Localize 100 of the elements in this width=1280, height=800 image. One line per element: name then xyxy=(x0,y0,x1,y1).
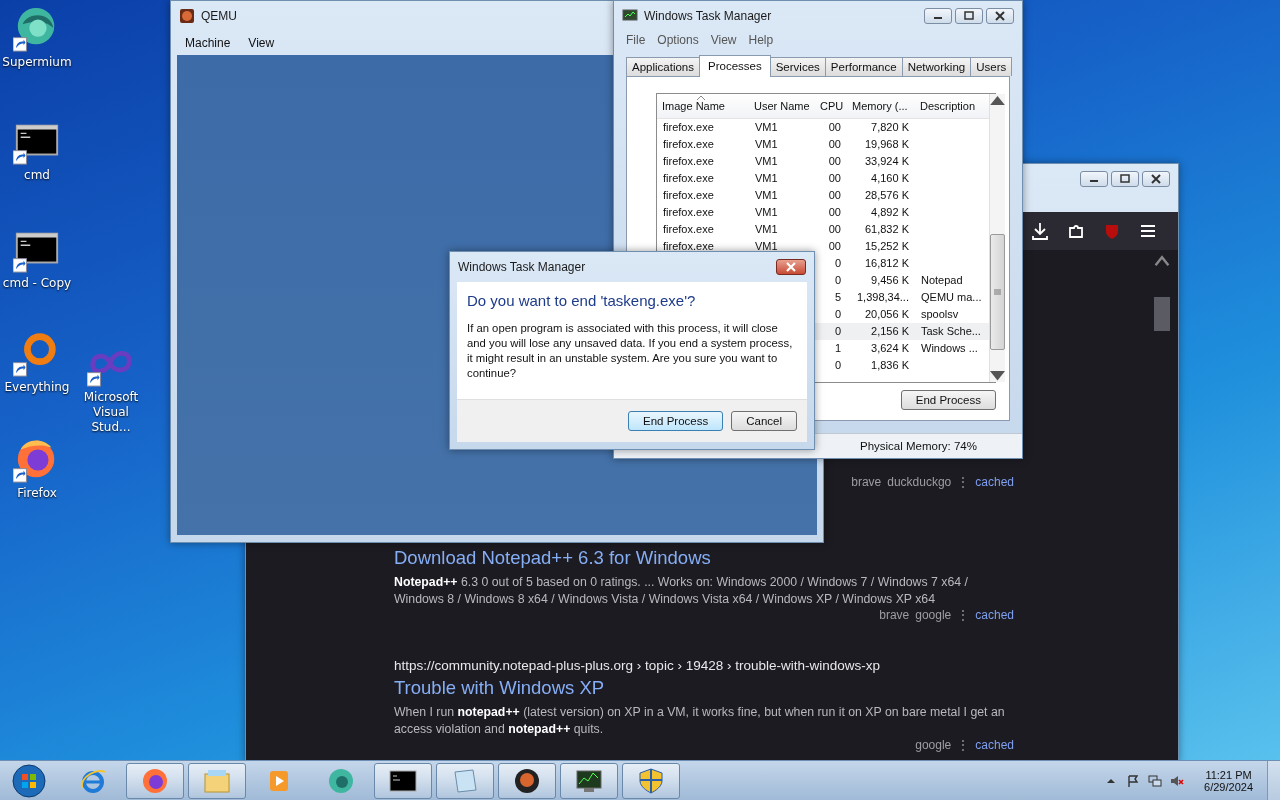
cached-link[interactable]: cached xyxy=(975,608,1014,622)
start-button[interactable] xyxy=(12,764,46,798)
menu-item[interactable]: View xyxy=(704,31,743,49)
tab[interactable]: Users xyxy=(970,57,1013,76)
table-cell-text: 7,820 K xyxy=(870,120,910,135)
icon-label[interactable]: cmd - Copy xyxy=(2,276,72,291)
table-cell-text: 00 xyxy=(827,137,842,152)
maximize-icon xyxy=(1119,174,1131,184)
app-icon xyxy=(179,8,195,24)
icon-label[interactable]: Firefox xyxy=(17,486,57,501)
dialog-title: Windows Task Manager xyxy=(458,260,586,274)
close-button[interactable] xyxy=(986,8,1014,24)
dialog-heading: Do you want to end 'taskeng.exe'? xyxy=(466,291,697,309)
table-cell-text: VM1 xyxy=(754,154,779,169)
flag-icon[interactable] xyxy=(1126,774,1141,788)
scrollbar-thumb[interactable] xyxy=(1154,296,1170,331)
table-cell-text: firefox.exe xyxy=(662,222,715,237)
icon-label[interactable]: cmd xyxy=(24,168,50,183)
maximize-button[interactable] xyxy=(955,8,983,24)
source-label: google xyxy=(915,738,952,752)
table-cell-text: spoolsv xyxy=(920,307,960,322)
download-icon[interactable] xyxy=(1030,221,1050,241)
icon-label[interactable]: Microsoft Visual Stud... xyxy=(74,390,148,435)
tab[interactable]: Performance xyxy=(824,57,903,76)
menu-item[interactable]: File xyxy=(620,31,652,49)
table-cell-text: 00 xyxy=(827,171,842,186)
taskbar-button[interactable] xyxy=(498,763,556,799)
table-cell-text: 0 xyxy=(833,324,842,339)
cached-link[interactable]: cached xyxy=(975,738,1014,752)
result-url[interactable]: https://community.notepad-plus-plus.org › topic › 19428 › trouble-with-windows-xp xyxy=(394,658,1014,673)
menu-item[interactable]: View xyxy=(242,34,281,52)
taskbar-button[interactable] xyxy=(374,763,432,799)
result-title[interactable]: Trouble with Windows XP xyxy=(394,677,1014,699)
result-title[interactable]: Download Notepad++ 6.3 for Windows xyxy=(394,547,1014,569)
minimize-button[interactable] xyxy=(1080,171,1108,187)
network-icon[interactable] xyxy=(1148,774,1163,788)
minimize-button[interactable] xyxy=(924,8,952,24)
menu-item[interactable]: Options xyxy=(651,31,705,49)
cancel-button[interactable]: Cancel xyxy=(731,411,797,431)
table-cell-text: 19,968 K xyxy=(863,137,910,152)
tab[interactable]: Services xyxy=(769,57,826,76)
scroll-up-icon[interactable] xyxy=(990,94,1005,106)
column-header[interactable]: Memory (... xyxy=(847,94,915,118)
icon-label[interactable]: Everything xyxy=(4,380,70,395)
sort-icon xyxy=(697,95,705,100)
table-cell-text: Windows ... xyxy=(920,341,979,356)
column-header[interactable]: Description xyxy=(915,94,989,118)
close-button[interactable] xyxy=(776,259,806,275)
maximize-icon xyxy=(963,11,975,21)
close-button[interactable] xyxy=(1142,171,1170,187)
shield-icon xyxy=(636,766,666,796)
menu-item[interactable]: Help xyxy=(742,31,780,49)
table-cell-text: firefox.exe xyxy=(662,239,715,254)
table-cell-text: 0 xyxy=(833,256,842,271)
table-cell-text: 16,812 K xyxy=(863,256,910,271)
column-header[interactable]: User Name xyxy=(749,94,815,118)
end-process-button[interactable]: End Process xyxy=(900,390,996,410)
icon-label[interactable]: Supermium xyxy=(2,55,72,70)
table-cell-text: 28,576 K xyxy=(863,188,910,203)
table-cell-text: Task Sche... xyxy=(920,324,982,339)
more-glyph[interactable]: ⋮ xyxy=(957,738,970,752)
table-cell-text: 00 xyxy=(827,239,842,254)
window-title: QEMU xyxy=(201,9,237,23)
close-icon xyxy=(785,262,797,272)
maximize-button[interactable] xyxy=(1111,171,1139,187)
table-cell-text: 4,892 K xyxy=(870,205,910,220)
scroll-up-icon[interactable] xyxy=(1154,254,1170,267)
monitor-icon xyxy=(622,8,638,24)
table-cell-text: 5 xyxy=(833,290,842,305)
scroll-down-icon[interactable] xyxy=(990,370,1005,382)
table-cell-text: 0 xyxy=(833,273,842,288)
tab[interactable]: Applications xyxy=(626,57,700,76)
more-glyph[interactable]: ⋮ xyxy=(957,608,970,622)
table-cell-text: 1,398,34... xyxy=(856,290,910,305)
table-cell-text: VM1 xyxy=(754,205,779,220)
table-cell-text: 3,624 K xyxy=(870,341,910,356)
menu-item[interactable]: Machine xyxy=(179,34,237,52)
end-process-button[interactable]: End Process xyxy=(628,411,724,431)
table-cell-text: 9,456 K xyxy=(870,273,910,288)
column-header[interactable]: Image Name xyxy=(657,94,749,118)
scrollbar-thumb[interactable] xyxy=(990,234,1005,350)
clock-date[interactable]: 6/29/2024 xyxy=(1204,781,1253,793)
table-cell-text: 1 xyxy=(833,341,842,356)
tab[interactable]: Networking xyxy=(901,57,972,76)
close-icon xyxy=(994,11,1006,21)
tab[interactable]: Processes xyxy=(699,55,771,77)
column-header[interactable]: CPU xyxy=(815,94,847,118)
clock-time[interactable]: 11:21 PM xyxy=(1205,769,1252,781)
taskbar-button[interactable] xyxy=(560,763,618,799)
table-cell-text: firefox.exe xyxy=(662,171,715,186)
table-cell-text: firefox.exe xyxy=(662,154,715,169)
speaker-muted-icon[interactable] xyxy=(1170,774,1185,788)
table-cell-text: QEMU ma... xyxy=(920,290,983,305)
table-cell-text: 0 xyxy=(833,307,842,322)
cached-link[interactable]: cached xyxy=(975,475,1014,489)
table-cell-text: Notepad xyxy=(920,273,964,288)
more-glyph[interactable]: ⋮ xyxy=(957,475,970,489)
result-snippet: When I run notepad++ (latest version) on XP in a VM, it works fine, but when run it on XP on bare metal I get an access violation and notepad++ quits. xyxy=(394,704,1006,738)
table-cell-text: 20,056 K xyxy=(863,307,910,322)
table-cell-text: 00 xyxy=(827,205,842,220)
